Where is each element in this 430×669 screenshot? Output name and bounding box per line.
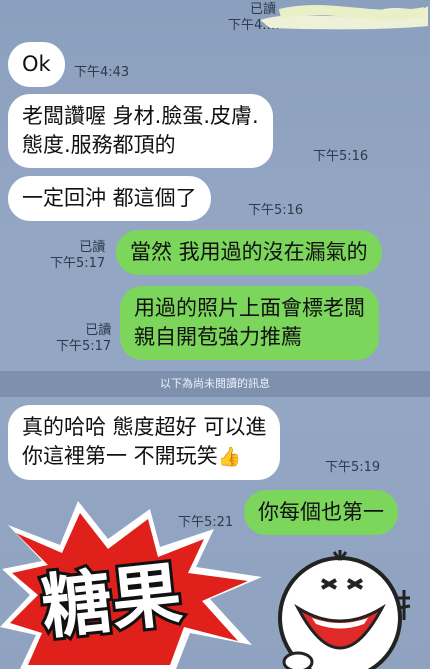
message-bubble-incoming[interactable]: 真的哈哈 態度超好 可以進 你這裡第一 不開玩笑👍 bbox=[8, 405, 281, 480]
candy-burst-sticker: 糖果 bbox=[0, 501, 262, 669]
message-time: 下午5:16 bbox=[313, 149, 369, 164]
message-time: 下午5:19 bbox=[325, 460, 381, 475]
message-time: 下午5:16 bbox=[248, 203, 304, 218]
message-text: 態度.服務都頂的 bbox=[22, 133, 176, 157]
message-bubble-outgoing[interactable]: 用過的照片上面會標老闆 親自開苞強力推薦 bbox=[120, 286, 379, 360]
message-text: 用過的照片上面會標老闆 bbox=[134, 296, 365, 320]
message-time: 下午4:43 bbox=[74, 65, 130, 80]
message-text: 真的哈哈 態度超好 可以進 bbox=[22, 415, 267, 439]
read-status: 已讀 下午5:17 bbox=[50, 240, 106, 271]
scribble-overlay bbox=[260, 5, 428, 30]
sticker-text: 糖果 bbox=[38, 553, 186, 649]
message-text: 一定回沖 都這個了 bbox=[22, 186, 197, 210]
message-text: 當然 我用過的沒在漏氣的 bbox=[130, 240, 368, 264]
message-bubble-incoming[interactable]: 一定回沖 都這個了 bbox=[8, 176, 211, 221]
message-text: 老闆讚喔 身材.臉蛋.皮膚. bbox=[22, 104, 259, 128]
message-bubble-incoming[interactable]: 老闆讚喔 身材.臉蛋.皮膚. 態度.服務都頂的 bbox=[8, 94, 273, 168]
read-status: 已讀 下午5:17 bbox=[56, 323, 112, 354]
message-text: 你這裡第一 不開玩笑 bbox=[22, 444, 218, 468]
laughing-face-sticker bbox=[278, 550, 411, 669]
message-text: Ok bbox=[22, 52, 51, 76]
thumbs-up-icon: 👍 bbox=[217, 446, 242, 468]
message-text: 親自開苞強力推薦 bbox=[134, 325, 302, 349]
message-bubble-incoming[interactable]: Ok bbox=[8, 42, 65, 87]
message-bubble-outgoing[interactable]: 當然 我用過的沒在漏氣的 bbox=[116, 230, 382, 275]
message-text: 你每個也第一 bbox=[258, 500, 384, 524]
unread-divider: 以下為尚未閱讀的訊息 bbox=[0, 371, 430, 397]
